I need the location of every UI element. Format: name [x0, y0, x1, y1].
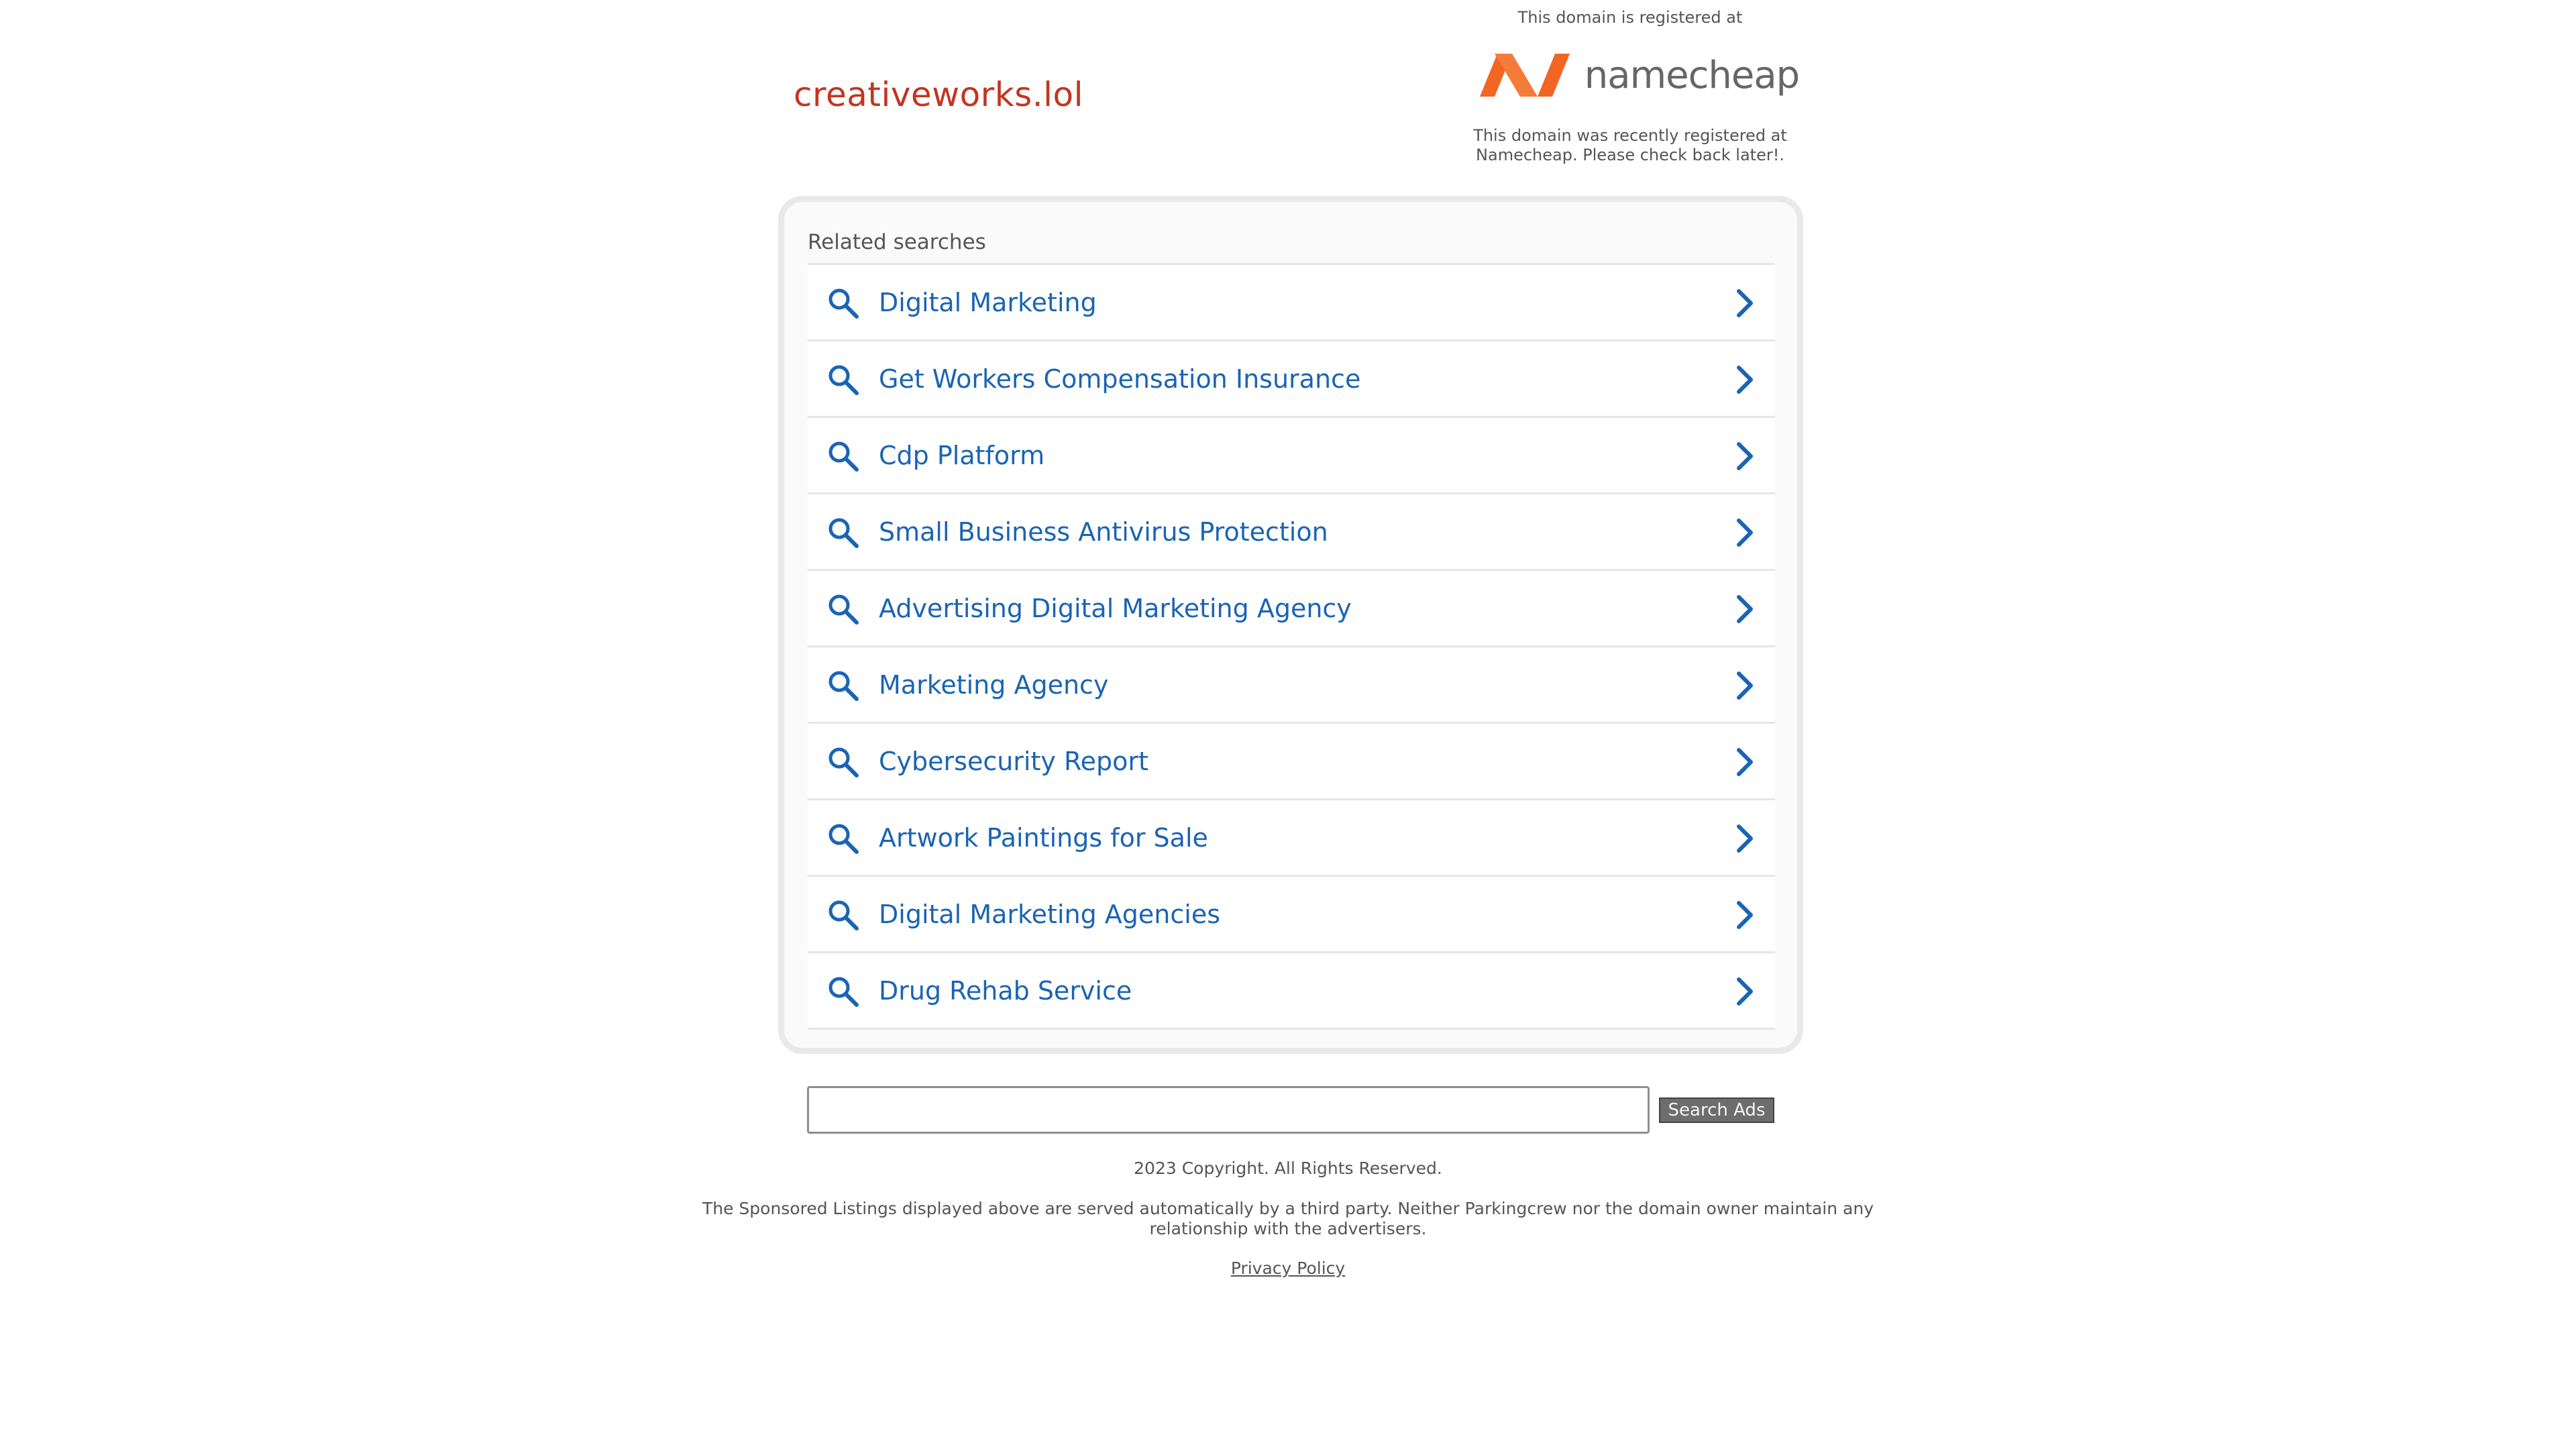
- related-search-label: Marketing Agency: [879, 669, 1109, 700]
- search-ads-button[interactable]: Search Ads: [1659, 1097, 1774, 1123]
- privacy-policy-link[interactable]: Privacy Policy: [1231, 1258, 1345, 1278]
- registrar-box: This domain is registered at namecheap T…: [1462, 5, 1800, 165]
- search-icon: [828, 518, 859, 548]
- related-search-label: Advertising Digital Marketing Agency: [879, 593, 1352, 623]
- search-icon: [828, 900, 859, 930]
- registrar-logo-text: namecheap: [1584, 53, 1800, 97]
- related-search-item[interactable]: Artwork Paintings for Sale: [808, 800, 1775, 877]
- related-searches-panel: Related searches Digital Marketing Get Wo…: [778, 196, 1803, 1054]
- chevron-right-icon: [1737, 595, 1753, 623]
- chevron-right-icon: [1737, 366, 1753, 394]
- related-search-label: Cybersecurity Report: [879, 746, 1148, 776]
- related-search-item[interactable]: Digital Marketing: [808, 265, 1775, 341]
- chevron-right-icon: [1737, 519, 1753, 547]
- related-search-label: Get Workers Compensation Insurance: [879, 364, 1361, 394]
- chevron-right-icon: [1737, 748, 1753, 776]
- chevron-right-icon: [1737, 901, 1753, 929]
- search-icon: [828, 288, 859, 319]
- parked-domain-page: creativeworks.lol This domain is registe…: [0, 0, 2576, 1449]
- chevron-right-icon: [1737, 672, 1753, 700]
- disclaimer-text: The Sponsored Listings displayed above a…: [702, 1199, 1874, 1238]
- registrar-logo[interactable]: namecheap: [1462, 39, 1811, 111]
- related-search-item[interactable]: Advertising Digital Marketing Agency: [808, 571, 1775, 647]
- search-icon: [828, 441, 859, 472]
- search-icon: [828, 594, 859, 625]
- registrar-intro: This domain is registered at: [1517, 8, 1743, 27]
- search-icon: [828, 365, 859, 395]
- search-icon: [828, 747, 859, 777]
- related-search-item[interactable]: Cybersecurity Report: [808, 724, 1775, 800]
- related-search-item[interactable]: Drug Rehab Service: [808, 953, 1775, 1030]
- related-search-item[interactable]: Small Business Antivirus Protection: [808, 494, 1775, 571]
- namecheap-logo-icon: [1479, 54, 1570, 97]
- related-search-item[interactable]: Digital Marketing Agencies: [808, 877, 1775, 953]
- related-search-label: Cdp Platform: [879, 440, 1045, 470]
- search-input[interactable]: [807, 1086, 1650, 1134]
- domain-title: creativeworks.lol: [794, 75, 1084, 114]
- copyright-text: 2023 Copyright. All Rights Reserved.: [1134, 1159, 1442, 1178]
- related-search-label: Small Business Antivirus Protection: [879, 517, 1328, 547]
- related-search-label: Artwork Paintings for Sale: [879, 822, 1208, 853]
- chevron-right-icon: [1737, 289, 1753, 317]
- search-icon: [828, 824, 859, 854]
- search-icon: [828, 977, 859, 1007]
- related-search-item[interactable]: Marketing Agency: [808, 647, 1775, 724]
- related-searches-title: Related searches: [808, 230, 986, 254]
- related-search-item[interactable]: Cdp Platform: [808, 418, 1775, 494]
- related-searches-list: Digital Marketing Get Workers Compensatio…: [808, 263, 1775, 1030]
- privacy-wrapper: Privacy Policy: [684, 1258, 1892, 1278]
- related-search-label: Digital Marketing Agencies: [879, 899, 1220, 929]
- chevron-right-icon: [1737, 442, 1753, 470]
- registrar-note: This domain was recently registered at N…: [1473, 126, 1787, 164]
- chevron-right-icon: [1737, 977, 1753, 1006]
- related-search-item[interactable]: Get Workers Compensation Insurance: [808, 341, 1775, 418]
- related-search-label: Digital Marketing: [879, 287, 1097, 317]
- chevron-right-icon: [1737, 824, 1753, 853]
- search-icon: [828, 671, 859, 701]
- related-search-label: Drug Rehab Service: [879, 975, 1132, 1006]
